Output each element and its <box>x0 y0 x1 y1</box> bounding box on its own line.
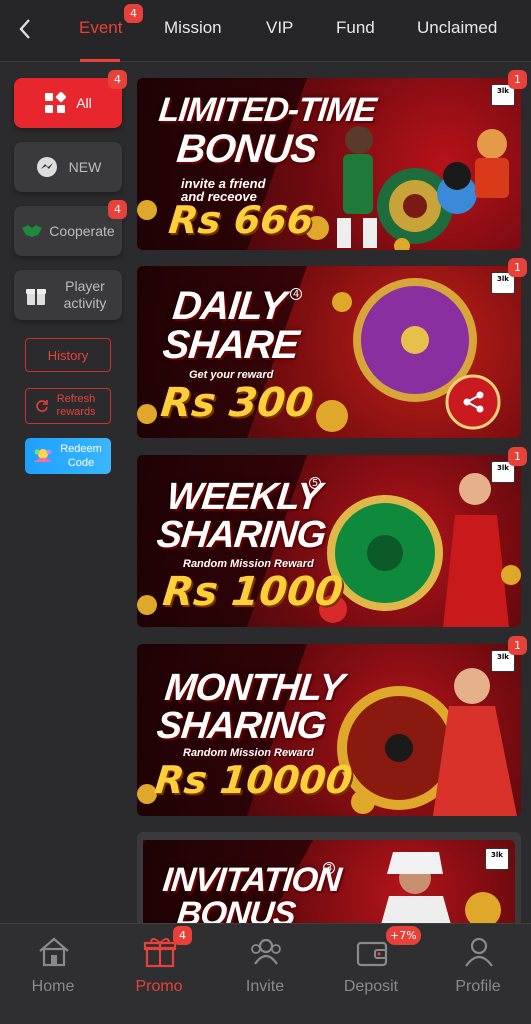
banner-number: 4 <box>290 288 302 300</box>
tab-vip[interactable]: VIP <box>266 18 293 38</box>
nav-label: Deposit <box>343 978 399 995</box>
sidebar-item-new[interactable]: NEW <box>14 142 122 192</box>
chevron-left-icon <box>19 19 30 39</box>
sidebar-all-badge: 4 <box>108 70 127 89</box>
nav-label: Profile <box>455 978 501 995</box>
banner-amount: Rs 10000 <box>152 758 355 802</box>
nav-promo-badge: 4 <box>173 926 192 945</box>
banner-amount: Rs 1000 <box>160 569 346 615</box>
banner-title-line1: LIMITED-TIME <box>157 91 378 129</box>
banner-invitation-bonus[interactable]: INVITATION 3 BONUS 3lk <box>137 832 521 932</box>
messenger-icon <box>36 157 57 177</box>
redeem-icon <box>34 449 52 462</box>
redeem-code-button[interactable]: Redeem Code <box>25 438 111 474</box>
banner-title-line2: BONUS <box>174 127 319 171</box>
banner-monthly-sharing[interactable]: MONTHLY SHARING Random Mission Reward Rs… <box>137 644 521 816</box>
bottom-nav: Home Promo 4 Invite Deposit +7% Profile <box>0 923 531 1024</box>
banner-number: 5 <box>309 477 321 489</box>
top-tab-bar: Event 4 Mission VIP Fund Unclaimed <box>0 0 531 62</box>
banner-title-line2: SHARING <box>154 705 328 747</box>
banner-badge: 1 <box>508 636 527 655</box>
nav-label: Promo <box>135 978 183 995</box>
home-icon <box>39 937 69 967</box>
nav-label: Home <box>31 978 75 995</box>
wallet-icon <box>356 941 388 967</box>
handshake-icon <box>22 225 43 237</box>
tab-mission[interactable]: Mission <box>164 18 222 38</box>
back-button[interactable] <box>12 16 38 42</box>
gift-icon <box>143 938 177 968</box>
banner-badge: 1 <box>508 258 527 277</box>
banner-title-line1: INVITATION <box>161 861 343 899</box>
banner-badge: 1 <box>508 70 527 89</box>
tab-fund[interactable]: Fund <box>336 18 375 38</box>
gift-box-icon <box>26 289 46 305</box>
users-icon <box>251 938 281 965</box>
active-tab-indicator <box>80 59 120 62</box>
banner-title-line1: MONTHLY <box>162 667 346 709</box>
sidebar-item-label: Cooperate <box>49 222 115 239</box>
banner-amount: Rs 300 <box>158 380 316 426</box>
nav-invite[interactable]: Invite <box>212 924 318 1024</box>
brand-logo: 3lk <box>485 848 509 870</box>
tab-event-badge: 4 <box>124 4 143 23</box>
nav-deposit-badge: +7% <box>386 926 421 945</box>
grid-icon <box>45 92 67 113</box>
banner-weekly-sharing[interactable]: WEEKLY 5 SHARING Random Mission Reward R… <box>137 455 521 627</box>
banner-title-line1: DAILY <box>170 284 288 328</box>
banner-amount: Rs 666 <box>166 198 316 242</box>
banner-title-line2: SHARING <box>154 514 328 556</box>
profile-icon <box>465 937 493 967</box>
banner-number: 3 <box>323 862 335 874</box>
refresh-rewards-button[interactable]: Refresh rewards <box>25 388 111 424</box>
tab-unclaimed[interactable]: Unclaimed <box>417 18 497 38</box>
sidebar-item-player-activity[interactable]: Player activity <box>14 270 122 320</box>
sidebar-item-cooperate[interactable]: Cooperate <box>14 206 122 256</box>
nav-profile[interactable]: Profile <box>425 924 531 1024</box>
redeem-code-label: Redeem Code <box>60 443 102 469</box>
banner-badge: 1 <box>508 447 527 466</box>
nav-promo[interactable]: Promo <box>106 924 212 1024</box>
nav-label: Invite <box>245 978 285 995</box>
sidebar-item-label: NEW <box>68 158 102 175</box>
banner-limited-time-bonus[interactable]: LIMITED-TIME BONUS invite a friend and r… <box>137 78 521 250</box>
banner-title-line2: SHARE <box>160 323 301 367</box>
history-button[interactable]: History <box>25 338 111 372</box>
nav-home[interactable]: Home <box>0 924 106 1024</box>
refresh-icon <box>36 400 48 412</box>
sidebar-cooperate-badge: 4 <box>108 200 127 219</box>
tab-event[interactable]: Event <box>79 18 122 38</box>
refresh-rewards-label: Refresh rewards <box>56 393 96 418</box>
sidebar-item-label: All <box>76 94 92 111</box>
banner-title-line1: WEEKLY <box>164 476 323 518</box>
banner-daily-share[interactable]: DAILY 4 SHARE Get your reward Rs 300 3lk <box>137 266 521 438</box>
sidebar-item-all[interactable]: All <box>14 78 122 128</box>
sidebar-item-label: Player activity <box>63 278 107 311</box>
